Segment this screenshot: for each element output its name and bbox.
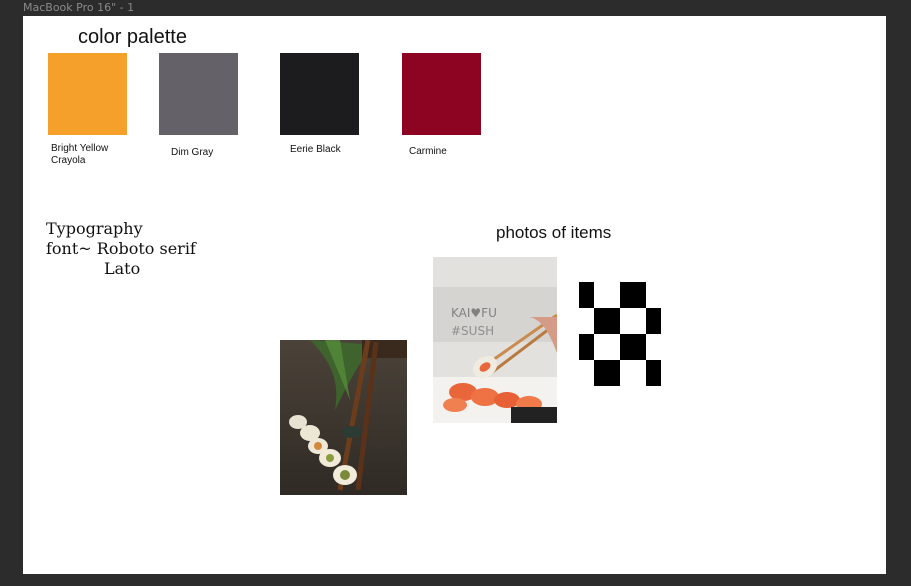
swatch-label-carmine: Carmine <box>409 146 447 157</box>
typography-block: Typography font~ Roboto serif Lato <box>46 219 196 279</box>
palette-title: color palette <box>78 26 187 48</box>
swatch-bright-yellow <box>48 53 127 135</box>
photo-sushi-platter: KAI♥FU #SUSH <box>433 257 557 423</box>
swatch-carmine <box>402 53 481 135</box>
design-canvas: color palette Bright Yellow Crayola Dim … <box>23 16 886 574</box>
typography-line-3: Lato <box>104 259 141 278</box>
swatch-label-bright-yellow: Bright Yellow Crayola <box>51 143 109 166</box>
frame-label[interactable]: MacBook Pro 16" - 1 <box>23 1 134 14</box>
photos-heading: photos of items <box>496 223 612 242</box>
svg-text:KAI♥FU: KAI♥FU <box>451 306 497 320</box>
swatch-label-eerie-black: Eerie Black <box>290 144 341 155</box>
typography-line-2: font~ Roboto serif <box>46 239 196 258</box>
svg-text:#SUSH: #SUSH <box>451 324 494 338</box>
swatch-label-dim-gray: Dim Gray <box>171 147 214 158</box>
swatch-dim-gray <box>159 53 238 135</box>
typography-line-1: Typography <box>46 219 143 238</box>
photo-sushi-rolls <box>280 340 407 495</box>
swatch-eerie-black <box>280 53 359 135</box>
photo-checker-pattern <box>579 282 661 386</box>
